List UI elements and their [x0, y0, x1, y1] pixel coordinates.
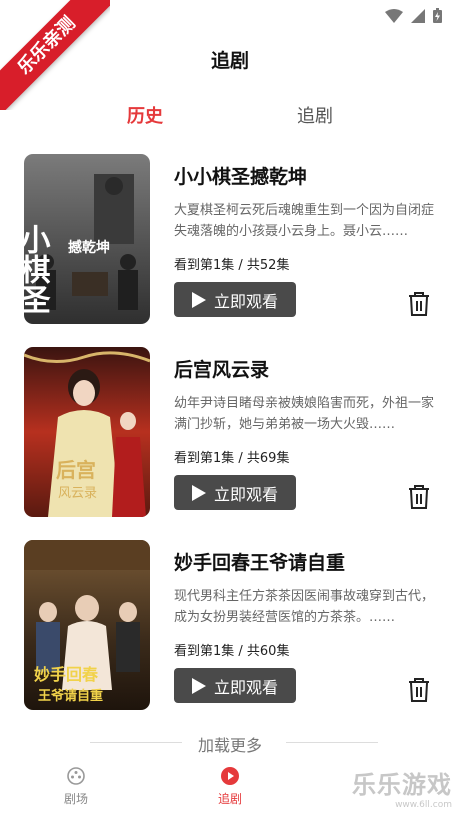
nav-label-following: 追剧	[217, 792, 242, 806]
watermark-text: 乐乐游戏	[352, 771, 452, 799]
play-icon	[191, 291, 206, 308]
watch-now-label: 立即观看	[213, 677, 278, 697]
drama-poster[interactable]: 后宫 风云录	[24, 347, 150, 517]
drama-title[interactable]: 小小棋圣撼乾坤	[174, 162, 307, 189]
theater-icon	[67, 767, 85, 785]
nav-item-theater[interactable]: 剧场	[46, 766, 106, 807]
watch-now-label: 立即观看	[213, 484, 278, 504]
svg-text:撼乾坤: 撼乾坤	[68, 239, 110, 256]
watch-progress: 看到第1集 / 共69集	[174, 451, 290, 466]
drama-description: 幼年尹诗目睹母亲被姨娘陷害而死，外祖一家满门抄斩，她与弟弟被一场大火毁……	[174, 396, 434, 432]
svg-text:小棋圣: 小棋圣	[24, 224, 51, 314]
wifi-icon	[385, 8, 403, 23]
promo-ribbon-text: 乐乐亲测	[0, 0, 110, 110]
load-more[interactable]: 加载更多	[0, 732, 460, 756]
play-icon	[191, 484, 206, 501]
drama-title[interactable]: 妙手回春王爷请自重	[174, 548, 345, 575]
watch-now-label: 立即观看	[213, 291, 278, 311]
watch-now-button[interactable]: 立即观看	[174, 282, 296, 317]
divider	[286, 742, 378, 743]
tab-following[interactable]: 追剧	[297, 102, 333, 128]
watermark-url: www.6ll.com	[395, 800, 452, 810]
battery-icon	[433, 8, 442, 23]
drama-description: 大夏棋圣柯云死后魂魄重生到一个因为自闭症失魂落魄的小孩聂小云身上。聂小云……	[174, 203, 434, 239]
trash-icon[interactable]	[408, 292, 430, 316]
drama-card[interactable]: 妙手回春 王爷请自重 妙手回春王爷请自重 现代男科主任方茶茶因医闹事故魂穿到古代…	[24, 540, 444, 710]
drama-title[interactable]: 后宫风云录	[174, 355, 269, 382]
trash-icon[interactable]	[408, 485, 430, 509]
play-circle-icon	[221, 767, 239, 785]
drama-card[interactable]: 后宫 风云录 后宫风云录 幼年尹诗目睹母亲被姨娘陷害而死，外祖一家满门抄斩，她与…	[24, 347, 444, 517]
watch-now-button[interactable]: 立即观看	[174, 475, 296, 510]
watch-now-button[interactable]: 立即观看	[174, 668, 296, 703]
status-bar	[260, 0, 460, 30]
nav-item-following[interactable]: 追剧	[200, 766, 260, 807]
trash-icon[interactable]	[408, 678, 430, 702]
signal-icon	[411, 8, 425, 23]
watermark: 乐乐游戏 www.6ll.com	[342, 765, 452, 810]
drama-poster[interactable]: 妙手回春 王爷请自重	[24, 540, 150, 710]
svg-text:后宫: 后宫	[56, 458, 96, 482]
svg-text:妙手回春: 妙手回春	[34, 665, 99, 684]
drama-description: 现代男科主任方茶茶因医闹事故魂穿到古代，成为女扮男装经营医馆的方茶茶。……	[174, 589, 434, 625]
svg-text:风云录: 风云录	[58, 486, 97, 501]
drama-poster[interactable]: 小棋圣 撼乾坤	[24, 154, 150, 324]
load-more-label[interactable]: 加载更多	[0, 732, 460, 756]
watch-progress: 看到第1集 / 共60集	[174, 644, 290, 659]
drama-card[interactable]: 小棋圣 撼乾坤 小小棋圣撼乾坤 大夏棋圣柯云死后魂魄重生到一个因为自闭症失魂落魄…	[24, 154, 444, 324]
nav-label-theater: 剧场	[63, 792, 88, 806]
play-icon	[191, 677, 206, 694]
tab-history[interactable]: 历史	[127, 102, 163, 128]
svg-text:王爷请自重: 王爷请自重	[38, 688, 103, 704]
promo-ribbon: 乐乐亲测	[0, 0, 110, 110]
watch-progress: 看到第1集 / 共52集	[174, 258, 290, 273]
